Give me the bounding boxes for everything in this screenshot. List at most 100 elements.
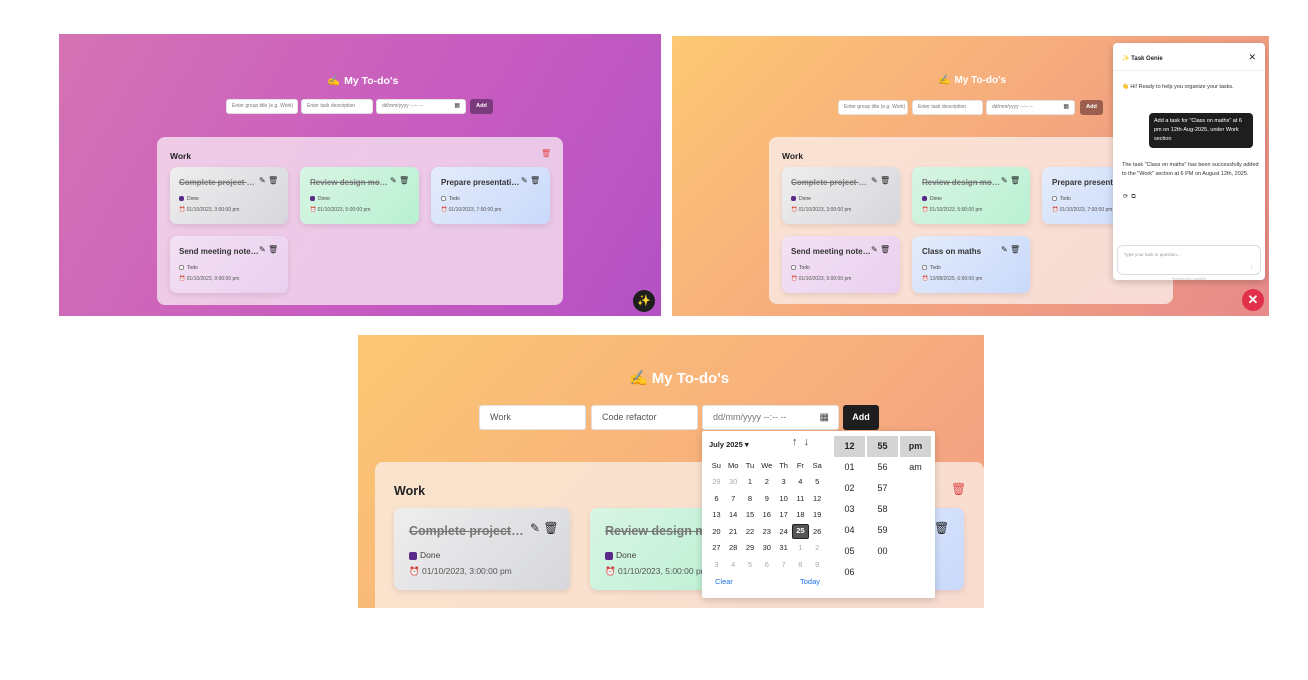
add-button[interactable]: Add (470, 99, 493, 114)
clear-button[interactable]: Clear (715, 577, 733, 586)
hour-option[interactable]: 03 (834, 499, 865, 520)
calendar-day[interactable]: 5 (809, 477, 826, 486)
calendar-day[interactable]: 30 (725, 477, 742, 486)
calendar-day[interactable]: 14 (725, 510, 742, 519)
task-description-input[interactable]: Enter task description (912, 100, 983, 115)
calendar-day[interactable]: 19 (809, 510, 826, 519)
hour-option[interactable]: 06 (834, 562, 865, 583)
calendar-day-selected[interactable]: 25 (791, 523, 809, 539)
calendar-day[interactable]: 24 (775, 527, 792, 536)
calendar-day[interactable]: 23 (758, 527, 775, 536)
calendar-day[interactable]: 31 (775, 543, 792, 552)
status-checkbox[interactable] (922, 265, 927, 271)
trash-icon[interactable]: 🗑 (1010, 176, 1020, 185)
calendar-day[interactable]: 2 (758, 477, 775, 486)
calendar-day[interactable]: 16 (758, 510, 775, 519)
task-status[interactable]: Todo (1052, 196, 1071, 202)
edit-icon[interactable]: ✎ (521, 176, 528, 185)
trash-icon[interactable]: 🗑 (543, 521, 558, 535)
date-time-input[interactable]: dd/mm/yyyy --:-- -- ▦ (376, 99, 466, 114)
edit-icon[interactable]: ✎ (530, 521, 540, 535)
task-status[interactable]: Done (605, 550, 636, 560)
hour-option[interactable]: 05 (834, 541, 865, 562)
calendar-day[interactable]: 11 (792, 494, 809, 503)
task-status[interactable]: Todo (179, 265, 198, 271)
hour-option[interactable]: 01 (834, 457, 865, 478)
minute-option[interactable]: 59 (867, 520, 898, 541)
edit-icon[interactable]: ✎ (871, 245, 878, 254)
task-description-input[interactable]: Code refactor (591, 405, 698, 430)
arrow-down-icon[interactable]: ↓ (804, 436, 810, 448)
task-description-input[interactable]: Enter task description (301, 99, 373, 114)
task-status[interactable]: Done (922, 196, 942, 202)
calendar-day[interactable]: 7 (725, 494, 742, 503)
calendar-icon[interactable]: ▦ (820, 406, 829, 429)
trash-icon[interactable]: 🗑 (530, 176, 540, 185)
calendar-icon[interactable]: ▦ (1063, 101, 1069, 114)
calendar-day[interactable]: 2 (809, 543, 826, 552)
status-checkbox[interactable] (922, 196, 927, 202)
edit-icon[interactable]: ✎ (871, 176, 878, 185)
calendar-day[interactable]: 18 (792, 510, 809, 519)
status-checkbox[interactable] (605, 551, 613, 560)
calendar-day[interactable]: 17 (775, 510, 792, 519)
task-status[interactable]: Done (310, 196, 330, 202)
date-time-input[interactable]: dd/mm/yyyy --:-- -- ▦ (702, 405, 839, 430)
task-card[interactable]: Prepare presentatio... ✎ 🗑 Todo ⏰ 01/10/… (431, 167, 550, 224)
month-select[interactable]: July 2025 ▾ (709, 440, 749, 449)
date-time-input[interactable]: dd/mm/yyyy --:-- -- ▦ (986, 100, 1075, 115)
calendar-day[interactable]: 6 (708, 494, 725, 503)
delete-group-icon[interactable]: 🗑 (951, 482, 966, 496)
task-status[interactable]: Done (791, 196, 811, 202)
hour-option[interactable]: 04 (834, 520, 865, 541)
calendar-day[interactable]: 4 (792, 477, 809, 486)
calendar-day[interactable]: 12 (809, 494, 826, 503)
status-checkbox[interactable] (179, 265, 184, 271)
calendar-day[interactable]: 7 (775, 560, 792, 569)
task-card[interactable]: Class on maths ✎ 🗑 Todo ⏰ 12/08/2025, 6:… (912, 236, 1030, 293)
group-title-input[interactable]: Enter group title (e.g. Work) (838, 100, 908, 115)
calendar-day[interactable]: 27 (708, 543, 725, 552)
status-checkbox[interactable] (1052, 196, 1057, 202)
calendar-day[interactable]: 9 (758, 494, 775, 503)
calendar-day[interactable]: 20 (708, 527, 725, 536)
edit-icon[interactable]: ✎ (390, 176, 397, 185)
minute-option[interactable]: 55 (867, 436, 898, 457)
edit-icon[interactable]: ✎ (259, 245, 266, 254)
calendar-day[interactable]: 9 (809, 560, 826, 569)
delete-group-icon[interactable]: 🗑 (541, 149, 551, 158)
calendar-day[interactable]: 28 (725, 543, 742, 552)
add-button[interactable]: Add (843, 405, 879, 430)
group-title-input[interactable]: Enter group title (e.g. Work) (226, 99, 298, 114)
calendar-icon[interactable]: ▦ (454, 100, 460, 113)
task-card[interactable]: Review design mock... ✎ 🗑 Done ⏰ 01/10/2… (912, 167, 1030, 224)
minute-option[interactable]: 56 (867, 457, 898, 478)
calendar-day[interactable]: 22 (742, 527, 759, 536)
task-card[interactable]: Complete project pr... ✎ 🗑 Done ⏰ 01/10/… (170, 167, 288, 224)
close-icon[interactable]: ✕ (1248, 52, 1256, 63)
calendar-day[interactable]: 15 (742, 510, 759, 519)
arrow-up-icon[interactable]: ↑ (792, 436, 798, 448)
task-status[interactable]: Todo (441, 196, 460, 202)
assistant-close-button[interactable]: ✕ (1242, 289, 1264, 311)
group-title-input[interactable]: Work (479, 405, 586, 430)
calendar-day[interactable]: 30 (758, 543, 775, 552)
status-checkbox[interactable] (179, 196, 184, 202)
status-checkbox[interactable] (441, 196, 446, 202)
trash-icon[interactable]: 🗑 (934, 521, 949, 535)
task-status[interactable]: Todo (922, 265, 941, 271)
task-card[interactable]: Complete project pr... ✎ 🗑 Done ⏰ 01/10/… (394, 508, 570, 590)
calendar-day[interactable]: 29 (742, 543, 759, 552)
task-card[interactable]: Review design mock... ✎ 🗑 Done ⏰ 01/10/2… (300, 167, 419, 224)
task-card[interactable]: Send meeting notes ... ✎ 🗑 Todo ⏰ 01/10/… (782, 236, 900, 293)
send-icon[interactable]: ↑ (1250, 265, 1253, 271)
calendar-day[interactable]: 29 (708, 477, 725, 486)
hour-option[interactable]: 12 (834, 436, 865, 457)
minute-option[interactable]: 58 (867, 499, 898, 520)
regenerate-icon[interactable]: ⟳ (1123, 194, 1128, 200)
calendar-day[interactable]: 8 (792, 560, 809, 569)
ampm-option[interactable]: am (900, 457, 931, 478)
trash-icon[interactable]: 🗑 (880, 245, 890, 254)
calendar-day[interactable]: 1 (742, 477, 759, 486)
edit-icon[interactable]: ✎ (259, 176, 266, 185)
